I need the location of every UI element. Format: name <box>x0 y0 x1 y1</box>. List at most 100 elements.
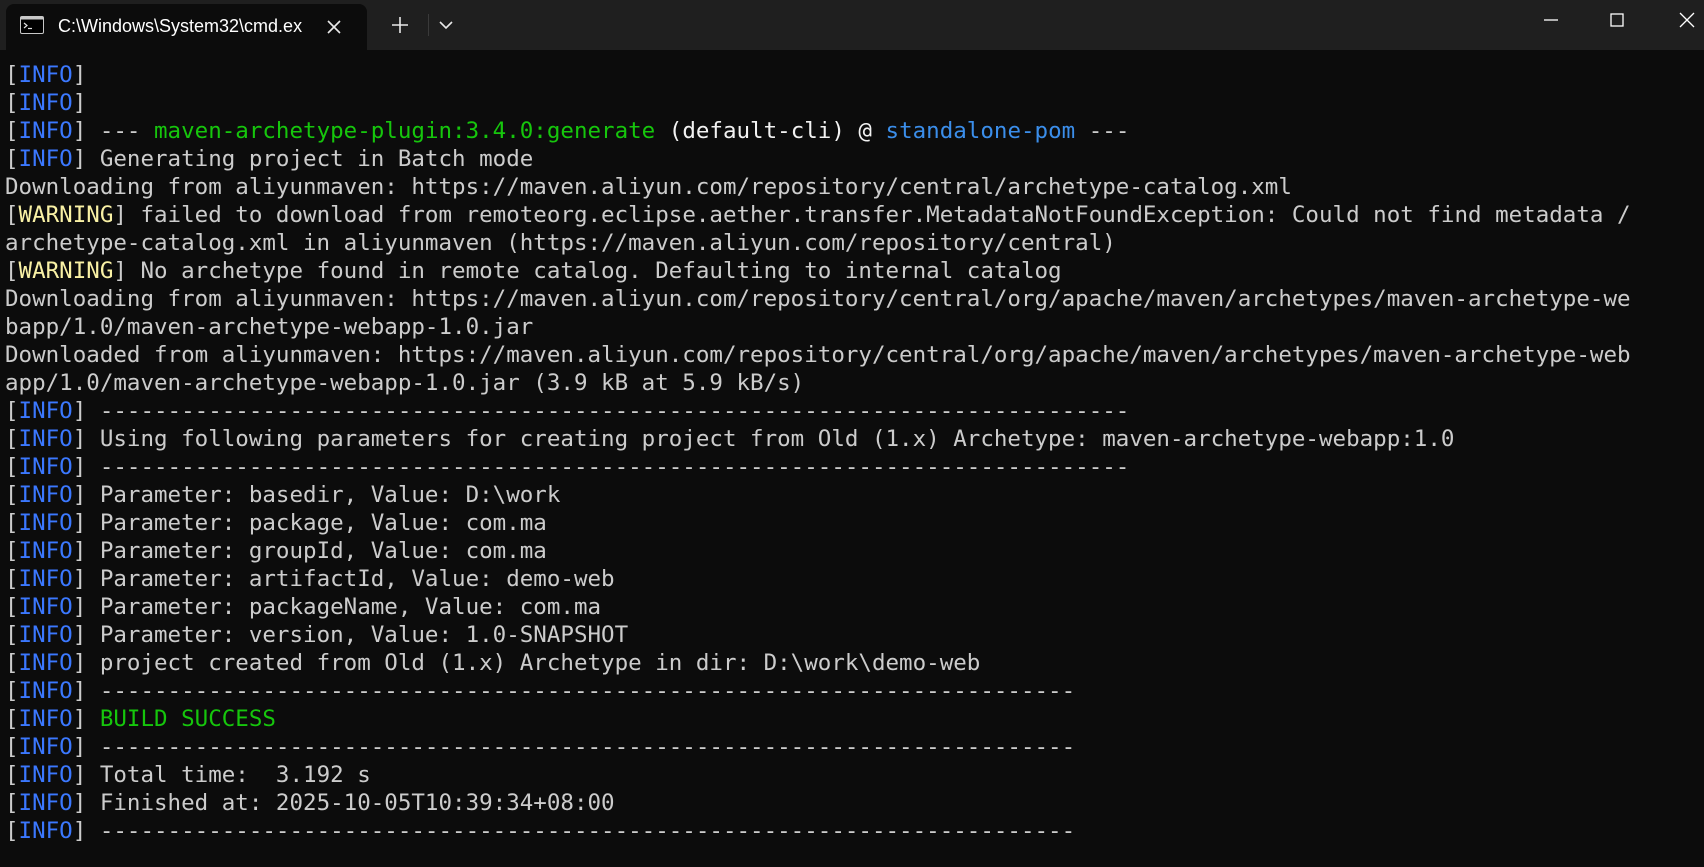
terminal-text: INFO <box>18 678 73 704</box>
terminal-text: ] <box>72 90 87 116</box>
terminal-text: [ <box>5 202 19 228</box>
terminal-line: [INFO] Parameter: basedir, Value: D:\wor… <box>5 481 1700 509</box>
terminal-text: [ <box>5 538 19 564</box>
terminal-text: INFO <box>18 90 73 116</box>
plus-icon[interactable] <box>386 11 414 39</box>
terminal-line: [INFO] Total time: 3.192 s <box>5 761 1700 789</box>
tab-cmd[interactable]: C:\Windows\System32\cmd.ex <box>6 4 367 50</box>
terminal-line: [INFO] project created from Old (1.x) Ar… <box>5 649 1700 677</box>
terminal-text: INFO <box>18 62 73 88</box>
terminal-text: [ <box>5 790 19 816</box>
chevron-down-icon[interactable] <box>432 11 460 39</box>
terminal-text: WARNING <box>18 258 114 284</box>
terminal-text: WARNING <box>18 202 114 228</box>
terminal-text: standalone-pom <box>885 118 1076 144</box>
terminal-text: INFO <box>18 594 73 620</box>
terminal-text: INFO <box>18 454 73 480</box>
terminal-text: INFO <box>18 566 73 592</box>
terminal-line: Downloading from aliyunmaven: https://ma… <box>5 173 1700 201</box>
terminal-text: [ <box>5 510 19 536</box>
terminal-text: [ <box>5 706 19 732</box>
terminal-text: [ <box>5 482 19 508</box>
terminal-line: [INFO] ---------------------------------… <box>5 677 1700 705</box>
terminal-text: ] <box>72 706 100 732</box>
terminal-text: maven-archetype-plugin:3.4.0:generate <box>154 118 656 144</box>
terminal-line: [INFO] Finished at: 2025-10-05T10:39:34+… <box>5 789 1700 817</box>
terminal-text: [ <box>5 734 19 760</box>
terminal-line: [WARNING] No archetype found in remote c… <box>5 257 1700 285</box>
terminal-text: INFO <box>18 762 73 788</box>
close-icon[interactable] <box>322 15 346 39</box>
terminal-text: INFO <box>18 706 73 732</box>
terminal-text: ] project created from Old (1.x) Archety… <box>72 650 981 676</box>
terminal-text: ] Finished at: 2025-10-05T10:39:34+08:00 <box>72 790 615 816</box>
terminal-text: INFO <box>18 118 73 144</box>
terminal-text: [ <box>5 398 19 424</box>
terminal-text: [ <box>5 146 19 172</box>
terminal-text: ] --------------------------------------… <box>72 734 1076 760</box>
terminal-text: app/1.0/maven-archetype-webapp-1.0.jar (… <box>5 370 805 396</box>
tab-divider <box>428 14 429 36</box>
terminal-line: [INFO] Parameter: package, Value: com.ma <box>5 509 1700 537</box>
terminal-text: ] Parameter: package, Value: com.ma <box>72 510 547 536</box>
terminal-text: ] --------------------------------------… <box>72 398 1130 424</box>
terminal-text: ] Parameter: version, Value: 1.0-SNAPSHO… <box>72 622 629 648</box>
terminal-line: [WARNING] failed to download from remote… <box>5 201 1700 229</box>
terminal-text: [ <box>5 90 19 116</box>
close-window-icon[interactable] <box>1664 0 1704 40</box>
terminal-line: [INFO] ---------------------------------… <box>5 397 1700 425</box>
terminal-window: C:\Windows\System32\cmd.ex [INFO] [INFO][… <box>0 0 1704 867</box>
terminal-line: [INFO] Parameter: groupId, Value: com.ma <box>5 537 1700 565</box>
terminal-text: INFO <box>18 622 73 648</box>
terminal-text: ] Parameter: groupId, Value: com.ma <box>72 538 547 564</box>
terminal-text: [ <box>5 818 19 844</box>
terminal-text: ] Parameter: artifactId, Value: demo-web <box>72 566 615 592</box>
minimize-icon[interactable] <box>1528 0 1574 40</box>
terminal-text: ] --------------------------------------… <box>72 818 1076 844</box>
terminal-text: INFO <box>18 538 73 564</box>
terminal-line: [INFO] Generating project in Batch mode <box>5 145 1700 173</box>
terminal-text: INFO <box>18 398 73 424</box>
terminal-output[interactable]: [INFO] [INFO] [INFO] --- maven-archetype-p… <box>5 61 1700 861</box>
terminal-line: Downloading from aliyunmaven: https://ma… <box>5 285 1700 313</box>
terminal-text: ] --- <box>72 118 155 144</box>
terminal-line: [INFO] ---------------------------------… <box>5 733 1700 761</box>
title-bar: C:\Windows\System32\cmd.ex <box>0 0 1704 50</box>
terminal-text: [ <box>5 678 19 704</box>
terminal-text: archetype-catalog.xml in aliyunmaven (ht… <box>5 230 1116 256</box>
terminal-line: [INFO] <box>5 89 1700 117</box>
terminal-text: INFO <box>18 790 73 816</box>
terminal-text: [ <box>5 650 19 676</box>
terminal-text: Downloading from aliyunmaven: https://ma… <box>5 286 1631 312</box>
terminal-text: [ <box>5 62 19 88</box>
terminal-text: INFO <box>18 650 73 676</box>
terminal-text: [ <box>5 622 19 648</box>
terminal-line: [INFO] Parameter: version, Value: 1.0-SN… <box>5 621 1700 649</box>
terminal-text: ] --------------------------------------… <box>72 454 1130 480</box>
terminal-text: ] Parameter: basedir, Value: D:\work <box>72 482 561 508</box>
terminal-text: [ <box>5 594 19 620</box>
terminal-text: ] Parameter: packageName, Value: com.ma <box>72 594 602 620</box>
terminal-text: INFO <box>18 482 73 508</box>
terminal-line: [INFO] <box>5 61 1700 89</box>
terminal-text: Downloaded from aliyunmaven: https://mav… <box>5 342 1631 368</box>
terminal-text: [ <box>5 426 19 452</box>
terminal-line: archetype-catalog.xml in aliyunmaven (ht… <box>5 229 1700 257</box>
terminal-line: [INFO] Using following parameters for cr… <box>5 425 1700 453</box>
terminal-text: ] <box>72 62 87 88</box>
terminal-text: --- <box>1075 118 1130 144</box>
cmd-icon <box>20 16 44 34</box>
terminal-text: ] --------------------------------------… <box>72 678 1076 704</box>
maximize-icon[interactable] <box>1594 0 1640 40</box>
terminal-line: Downloaded from aliyunmaven: https://mav… <box>5 341 1700 369</box>
terminal-text: [ <box>5 762 19 788</box>
terminal-line: [INFO] ---------------------------------… <box>5 453 1700 481</box>
terminal-text: [ <box>5 118 19 144</box>
terminal-text: INFO <box>18 818 73 844</box>
terminal-text: ] Generating project in Batch mode <box>72 146 534 172</box>
terminal-text: BUILD SUCCESS <box>99 706 276 732</box>
terminal-line: [INFO] Parameter: packageName, Value: co… <box>5 593 1700 621</box>
terminal-line: [INFO] BUILD SUCCESS <box>5 705 1700 733</box>
terminal-text: ] Using following parameters for creatin… <box>72 426 1455 452</box>
tab-title: C:\Windows\System32\cmd.ex <box>58 16 303 36</box>
